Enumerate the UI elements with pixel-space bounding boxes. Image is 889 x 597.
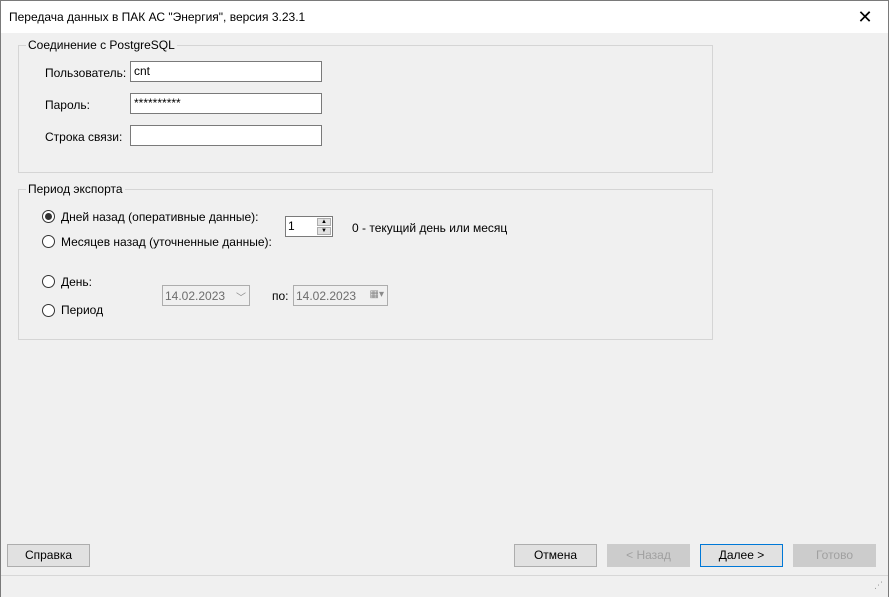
days-back-spinner[interactable]: 1 ▲ ▼ bbox=[285, 216, 333, 237]
help-button[interactable]: Справка bbox=[7, 544, 90, 567]
date-from-value: 14.02.2023 bbox=[165, 289, 226, 303]
cancel-button[interactable]: Отмена bbox=[514, 544, 597, 567]
window-title: Передача данных в ПАК АС "Энергия", верс… bbox=[9, 10, 306, 24]
connection-string-label: Строка связи: bbox=[45, 130, 123, 144]
export-period-legend: Период экспорта bbox=[28, 182, 123, 196]
connection-string-input[interactable] bbox=[130, 125, 322, 146]
calendar-icon: ▦▾ bbox=[369, 289, 384, 300]
dialog-window: Передача данных в ПАК АС "Энергия", верс… bbox=[0, 0, 889, 597]
chevron-down-icon: ﹀ bbox=[236, 293, 246, 304]
period-radio[interactable] bbox=[42, 304, 55, 317]
next-button[interactable]: Далее > bbox=[700, 544, 783, 567]
day-label[interactable]: День: bbox=[61, 275, 92, 289]
dialog-body: Соединение с PostgreSQL Пользователь: cn… bbox=[1, 33, 888, 596]
date-to-picker[interactable]: 14.02.2023 ▦▾ bbox=[293, 285, 388, 306]
export-period-group: Период экспорта bbox=[18, 182, 713, 340]
date-from-picker[interactable]: 14.02.2023 ﹀ bbox=[162, 285, 250, 306]
period-label[interactable]: Период bbox=[61, 303, 103, 317]
title-bar: Передача данных в ПАК АС "Энергия", верс… bbox=[1, 1, 888, 33]
days-back-label[interactable]: Дней назад (оперативные данные): bbox=[61, 210, 258, 224]
password-label: Пароль: bbox=[45, 98, 90, 112]
close-icon[interactable]: ✕ bbox=[842, 1, 888, 33]
password-input[interactable]: ********** bbox=[130, 93, 322, 114]
day-radio[interactable] bbox=[42, 275, 55, 288]
spinner-up-icon[interactable]: ▲ bbox=[317, 218, 331, 226]
user-input[interactable]: cnt bbox=[130, 61, 322, 82]
finish-button[interactable]: Готово bbox=[793, 544, 876, 567]
spinner-buttons: ▲ ▼ bbox=[317, 218, 331, 235]
spinner-hint: 0 - текущий день или месяц bbox=[352, 221, 508, 235]
months-back-label[interactable]: Месяцев назад (уточненные данные): bbox=[61, 235, 272, 249]
resize-grip-icon[interactable]: ⋰ bbox=[874, 581, 886, 595]
spinner-value: 1 bbox=[288, 219, 295, 233]
back-button[interactable]: < Назад bbox=[607, 544, 690, 567]
user-label: Пользователь: bbox=[45, 66, 127, 80]
status-bar: ⋰ bbox=[1, 575, 888, 597]
days-back-radio[interactable] bbox=[42, 210, 55, 223]
connection-group-legend: Соединение с PostgreSQL bbox=[28, 38, 175, 52]
connection-group: Соединение с PostgreSQL bbox=[18, 38, 713, 173]
date-to-value: 14.02.2023 bbox=[296, 289, 357, 303]
months-back-radio[interactable] bbox=[42, 235, 55, 248]
to-label: по: bbox=[272, 289, 289, 303]
spinner-down-icon[interactable]: ▼ bbox=[317, 227, 331, 235]
